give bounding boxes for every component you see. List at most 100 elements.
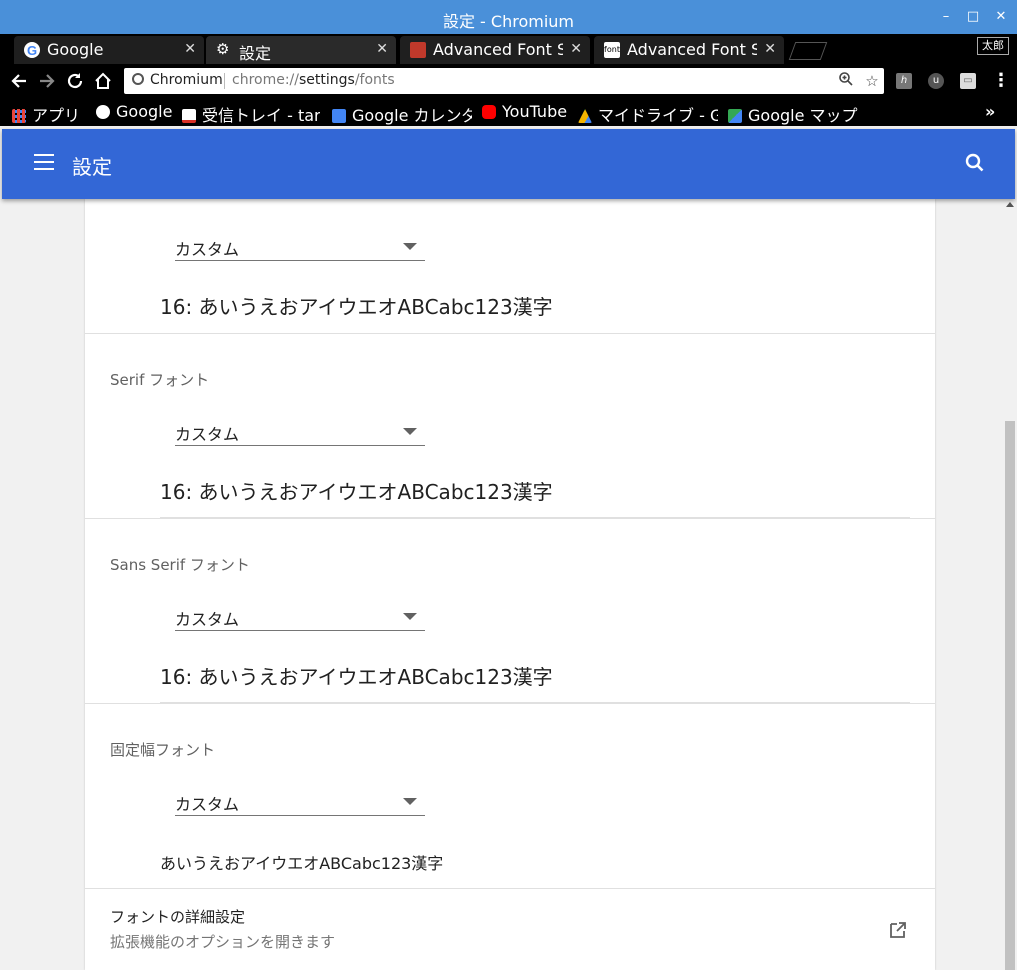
tab-strip: G Google ✕ ⚙ 設定 ✕ Advanced Font Se ✕ fon…: [0, 34, 1017, 64]
fixed-width-font-dropdown[interactable]: カスタム: [175, 787, 425, 816]
bookmark-youtube[interactable]: YouTube: [482, 102, 572, 121]
bookmarks-bar: アプリ Google 受信トレイ - tar Google カレンダ YouTu…: [0, 98, 1017, 126]
tab-label: Advanced Font Se: [433, 40, 563, 59]
sans-serif-font-title: Sans Serif フォント: [110, 556, 250, 574]
url-text[interactable]: chrome://settings/fonts: [232, 72, 395, 88]
bookmark-calendar[interactable]: Google カレンダ: [332, 102, 472, 126]
bookmark-drive[interactable]: マイドライブ - G: [578, 102, 718, 126]
security-chip[interactable]: Chromium: [132, 72, 223, 88]
page-scrollbar[interactable]: [1003, 199, 1017, 970]
google-icon: [96, 105, 110, 119]
serif-font-sample: 16: あいうえおアイウエオABCabc123漢字: [160, 480, 553, 504]
dropdown-value: カスタム: [175, 610, 240, 629]
tab-close-icon[interactable]: ✕: [570, 41, 582, 57]
bookmark-label: YouTube: [502, 102, 568, 121]
url-host: settings: [299, 72, 355, 88]
back-button[interactable]: [8, 70, 30, 92]
home-button[interactable]: [92, 70, 114, 92]
settings-content[interactable]: カスタム 16: あいうえおアイウエオABCabc123漢字 Serif フォン…: [0, 199, 1003, 970]
extension-h-icon[interactable]: h: [896, 73, 912, 89]
advanced-font-settings-subtitle: 拡張機能のオプションを開きます: [110, 933, 336, 951]
gmail-icon: [182, 109, 196, 123]
zoom-icon[interactable]: [836, 71, 856, 91]
dropdown-value: カスタム: [175, 240, 240, 259]
forward-button[interactable]: [36, 70, 58, 92]
window-title-bar: 設定 - Chromium – □ ✕: [0, 0, 1017, 34]
divider: [85, 703, 935, 704]
serif-font-title: Serif フォント: [110, 371, 210, 389]
bookmark-star-icon[interactable]: ☆: [862, 71, 882, 91]
reload-icon: [67, 73, 83, 89]
menu-kebab-icon[interactable]: ⋮: [990, 70, 1012, 92]
dropdown-arrow-icon: [403, 428, 417, 435]
apps-grid-icon: [12, 109, 26, 123]
maximize-button[interactable]: □: [965, 9, 981, 25]
new-tab-button[interactable]: [788, 42, 828, 60]
serif-font-dropdown[interactable]: カスタム: [175, 417, 425, 446]
font-icon: font: [604, 42, 620, 58]
bookmark-google[interactable]: Google: [96, 102, 176, 121]
reload-button[interactable]: [64, 70, 86, 92]
tab-close-icon[interactable]: ✕: [764, 41, 776, 57]
ublock-icon[interactable]: u: [928, 73, 944, 89]
minimize-button[interactable]: –: [938, 9, 954, 25]
dropdown-arrow-icon: [403, 798, 417, 805]
browser-toolbar: Chromium chrome://settings/fonts ☆ h u ▭…: [0, 64, 1017, 98]
search-icon[interactable]: [963, 151, 987, 175]
tab-advanced-font-1[interactable]: Advanced Font Se ✕: [400, 36, 590, 64]
maps-icon: [728, 109, 742, 123]
tab-google[interactable]: G Google ✕: [14, 36, 204, 64]
tab-close-icon[interactable]: ✕: [376, 41, 388, 57]
bookmark-maps[interactable]: Google マップ: [728, 102, 858, 126]
bookmark-label: マイドライブ - G: [598, 106, 718, 125]
open-in-new-icon[interactable]: [889, 921, 907, 939]
dropdown-arrow-icon: [403, 613, 417, 620]
address-bar[interactable]: Chromium chrome://settings/fonts ☆: [124, 68, 884, 94]
extension-icon: [410, 42, 426, 58]
scroll-up-arrow-icon[interactable]: [1006, 202, 1014, 207]
advanced-font-settings-title[interactable]: フォントの詳細設定: [110, 906, 245, 927]
profile-button[interactable]: 太郎: [977, 37, 1009, 55]
calendar-icon: [332, 109, 346, 123]
gear-icon: ⚙: [216, 40, 230, 58]
bookmark-gmail[interactable]: 受信トレイ - tar: [182, 102, 320, 126]
home-icon: [95, 72, 111, 89]
svg-text:G: G: [27, 43, 37, 58]
forward-arrow-icon: [40, 74, 55, 88]
fixed-width-font-sample: あいうえおアイウエオABCabc123漢字: [160, 854, 444, 873]
chromium-icon: [132, 73, 144, 85]
bookmark-label: 受信トレイ - tar: [202, 106, 320, 125]
settings-header: 設定: [2, 129, 1015, 199]
dropdown-value: カスタム: [175, 795, 240, 814]
fixed-width-font-title: 固定幅フォント: [110, 741, 216, 759]
bookmark-apps[interactable]: アプリ: [12, 102, 90, 126]
standard-font-dropdown[interactable]: カスタム: [175, 232, 425, 261]
drive-icon: [578, 109, 592, 123]
tab-settings[interactable]: ⚙ 設定 ✕: [206, 36, 396, 64]
close-window-button[interactable]: ✕: [993, 9, 1009, 25]
sans-serif-font-sample: 16: あいうえおアイウエオABCabc123漢字: [160, 665, 553, 689]
divider: [85, 518, 935, 519]
scrollbar-thumb[interactable]: [1005, 421, 1015, 970]
dropdown-arrow-icon: [403, 243, 417, 250]
extension-font-icon[interactable]: ▭: [960, 73, 976, 89]
hamburger-menu-icon[interactable]: [34, 154, 54, 170]
tab-close-icon[interactable]: ✕: [184, 41, 196, 57]
tab-advanced-font-2[interactable]: font Advanced Font Se ✕: [594, 36, 784, 64]
bookmarks-overflow-icon[interactable]: »: [985, 102, 995, 121]
sans-serif-font-dropdown[interactable]: カスタム: [175, 602, 425, 631]
bookmark-label: Google カレンダ: [352, 106, 472, 125]
standard-font-sample: 16: あいうえおアイウエオABCabc123漢字: [160, 295, 553, 319]
page-title: 設定: [72, 155, 112, 179]
tab-label: Google: [47, 40, 104, 59]
url-scheme: chrome://: [232, 72, 299, 88]
chip-label: Chromium: [150, 72, 223, 88]
back-arrow-icon: [11, 74, 26, 88]
dropdown-value: カスタム: [175, 425, 240, 444]
bookmark-label: アプリ: [32, 106, 81, 125]
bookmark-label: Google マップ: [748, 106, 858, 125]
divider: [85, 333, 935, 334]
tab-label: 設定: [239, 44, 272, 63]
google-icon: G: [24, 42, 40, 58]
fonts-card: カスタム 16: あいうえおアイウエオABCabc123漢字 Serif フォン…: [85, 199, 935, 970]
